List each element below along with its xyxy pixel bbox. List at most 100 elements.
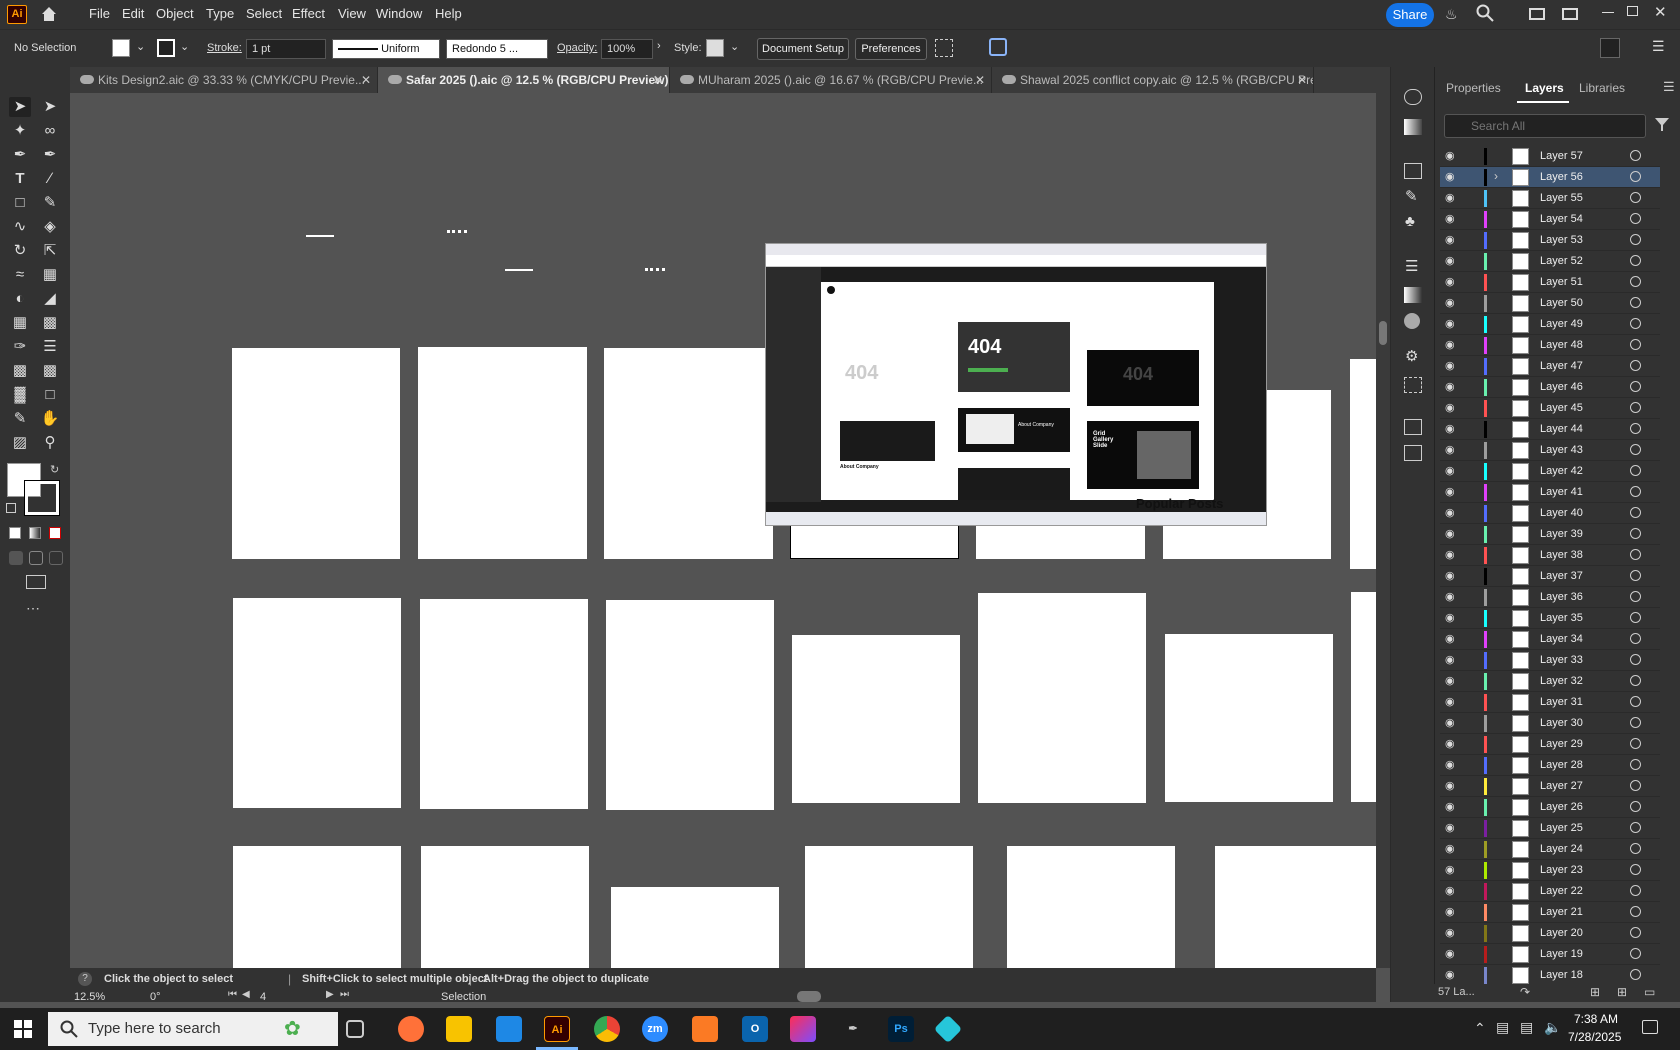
artboard-number-field[interactable]: 4 (260, 991, 310, 1004)
preferences-button[interactable]: Preferences (855, 38, 927, 60)
gradient-panel-icon[interactable] (1404, 119, 1422, 135)
pen-app-icon[interactable]: ✒ (840, 1016, 866, 1042)
align-icon[interactable] (935, 39, 953, 57)
brushes-icon[interactable]: ✎ (1405, 187, 1418, 205)
artboard[interactable] (604, 348, 773, 559)
layer-row[interactable]: ◉ Layer 40 (1440, 503, 1660, 524)
close-tab-icon[interactable]: ✕ (975, 67, 985, 93)
visibility-eye-icon[interactable]: ◉ (1445, 737, 1455, 750)
tab-muharam-2025[interactable]: MUharam 2025 ().aic @ 16.67 % (RGB/CPU P… (670, 67, 992, 93)
layer-row[interactable]: ◉ Layer 18 (1440, 965, 1660, 986)
visibility-eye-icon[interactable]: ◉ (1445, 947, 1455, 960)
tab-layers[interactable]: Layers (1525, 81, 1564, 95)
target-circle-icon[interactable] (1630, 402, 1641, 413)
artboard[interactable] (421, 846, 589, 968)
close-tab-icon[interactable]: ✕ (361, 67, 371, 93)
swatches-icon[interactable] (1404, 163, 1422, 179)
menu-view[interactable]: View (338, 6, 366, 21)
direct-selection-tool-icon[interactable]: ➤ (39, 97, 61, 117)
vscode-icon[interactable] (496, 1016, 522, 1042)
more-tools-icon[interactable]: ⋯ (26, 600, 40, 617)
slice-tool-icon[interactable]: ✎ (9, 409, 31, 429)
artboard[interactable] (606, 600, 774, 810)
stroke-color-box[interactable] (24, 480, 60, 516)
artboard[interactable] (1007, 846, 1175, 968)
artboard[interactable] (1350, 359, 1376, 569)
brush-select[interactable]: Redondo 5 ... (446, 39, 548, 59)
panel-toggle-icon[interactable] (1600, 38, 1620, 58)
zoom-app-icon[interactable]: zm (642, 1016, 668, 1042)
layer-row[interactable]: ◉ Layer 24 (1440, 839, 1660, 860)
layer-row[interactable]: ◉ Layer 45 (1440, 398, 1660, 419)
target-circle-icon[interactable] (1630, 339, 1641, 350)
color-mode-icon[interactable] (9, 527, 21, 539)
target-circle-icon[interactable] (1630, 927, 1641, 938)
layer-row[interactable]: ◉ Layer 48 (1440, 335, 1660, 356)
layer-row[interactable]: ◉ Layer 20 (1440, 923, 1660, 944)
visibility-eye-icon[interactable]: ◉ (1445, 821, 1455, 834)
file-explorer-icon[interactable] (446, 1016, 472, 1042)
search-icon[interactable] (1476, 4, 1494, 22)
visibility-eye-icon[interactable]: ◉ (1445, 842, 1455, 855)
visibility-eye-icon[interactable]: ◉ (1445, 569, 1455, 582)
hand-tool-icon[interactable]: ✋ (39, 409, 61, 429)
layer-row[interactable]: ◉ Layer 21 (1440, 902, 1660, 923)
target-circle-icon[interactable] (1630, 360, 1641, 371)
artboard[interactable] (1215, 846, 1376, 968)
target-circle-icon[interactable] (1630, 234, 1641, 245)
symbol-sprayer-icon[interactable]: ▩ (39, 361, 61, 381)
layer-row[interactable]: ◉ Layer 23 (1440, 860, 1660, 881)
paintbrush-icon[interactable]: ✎ (39, 193, 61, 213)
layer-row[interactable]: ◉ Layer 34 (1440, 629, 1660, 650)
document-setup-button[interactable]: Document Setup (757, 38, 849, 60)
layer-row[interactable]: ◉ Layer 57 (1440, 146, 1660, 167)
target-circle-icon[interactable] (1630, 969, 1641, 980)
close-tab-icon[interactable]: ✕ (653, 67, 663, 93)
opacity-field[interactable]: 100% (601, 39, 653, 59)
menu-window[interactable]: Window (376, 6, 422, 21)
prev-artboard-icon[interactable]: ◀ (242, 989, 250, 1000)
stroke-label[interactable]: Stroke: (207, 42, 242, 54)
target-circle-icon[interactable] (1630, 528, 1641, 539)
appearance-icon[interactable] (1404, 89, 1422, 105)
visibility-eye-icon[interactable]: ◉ (1445, 212, 1455, 225)
tab-kits-design[interactable]: Kits Design2.aic @ 33.33 % (CMYK/CPU Pre… (70, 67, 378, 93)
layer-row[interactable]: ◉ Layer 25 (1440, 818, 1660, 839)
target-circle-icon[interactable] (1630, 675, 1641, 686)
visibility-eye-icon[interactable]: ◉ (1445, 443, 1455, 456)
visibility-eye-icon[interactable]: ◉ (1445, 527, 1455, 540)
swap-colors-icon[interactable]: ↻ (50, 463, 59, 476)
eyedropper-icon[interactable]: ✑ (9, 337, 31, 357)
horizontal-scroll-thumb[interactable] (797, 991, 821, 1002)
visibility-eye-icon[interactable]: ◉ (1445, 884, 1455, 897)
stroke-weight-field[interactable]: 1 pt (246, 39, 326, 59)
target-circle-icon[interactable] (1630, 822, 1641, 833)
target-circle-icon[interactable] (1630, 780, 1641, 791)
visibility-eye-icon[interactable]: ◉ (1445, 506, 1455, 519)
share-button[interactable]: Share (1386, 3, 1434, 27)
layer-row[interactable]: ◉ Layer 55 (1440, 188, 1660, 209)
zoom-tool-icon[interactable]: ⚲ (39, 433, 61, 453)
layer-row[interactable]: ◉ Layer 33 (1440, 650, 1660, 671)
color-panel-icon[interactable]: ⚙ (1405, 347, 1418, 365)
visibility-eye-icon[interactable]: ◉ (1445, 359, 1455, 372)
zoom-field[interactable]: 12.5% (74, 991, 138, 1004)
visibility-eye-icon[interactable]: ◉ (1445, 548, 1455, 561)
layer-row[interactable]: ◉ Layer 37 (1440, 566, 1660, 587)
layer-row[interactable]: ◉ › Layer 56 (1440, 167, 1660, 188)
layers-search-input[interactable] (1444, 114, 1646, 138)
gem-app-icon[interactable] (933, 1014, 963, 1044)
artboards-icon[interactable] (1404, 445, 1422, 461)
target-circle-icon[interactable] (1630, 906, 1641, 917)
workspace-icon[interactable] (1529, 8, 1545, 20)
target-circle-icon[interactable] (1630, 423, 1641, 434)
layer-row[interactable]: ◉ Layer 19 (1440, 944, 1660, 965)
menu-type[interactable]: Type (206, 6, 234, 21)
vertical-scrollbar[interactable] (1376, 93, 1390, 968)
gradient-mode-icon[interactable] (29, 527, 41, 539)
warp-tool-icon[interactable]: ≈ (9, 265, 31, 285)
layer-row[interactable]: ◉ Layer 35 (1440, 608, 1660, 629)
artboard-tool-icon[interactable]: □ (39, 385, 61, 405)
target-circle-icon[interactable] (1630, 297, 1641, 308)
visibility-eye-icon[interactable]: ◉ (1445, 485, 1455, 498)
